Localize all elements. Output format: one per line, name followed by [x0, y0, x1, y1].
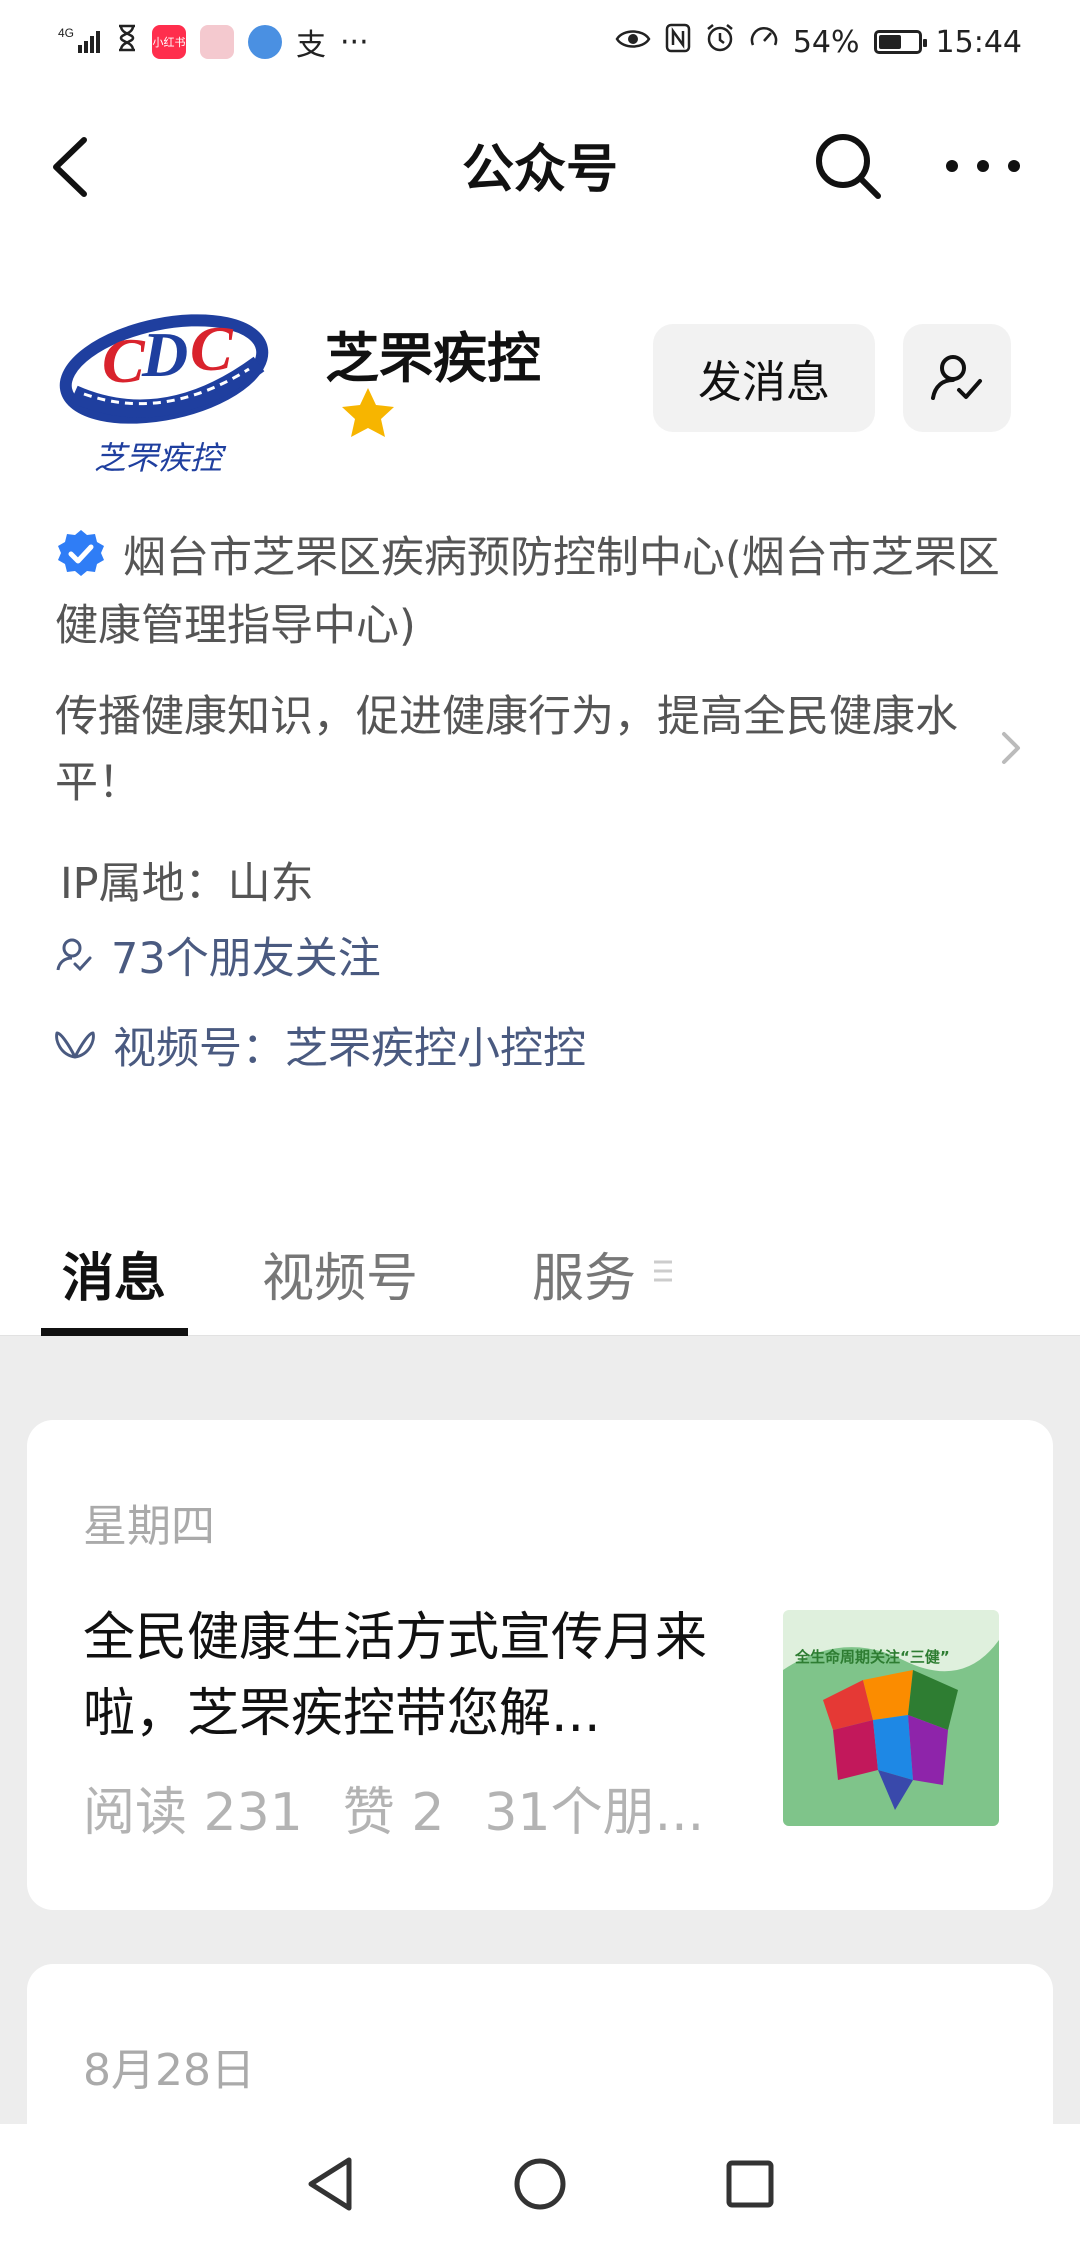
friends-following[interactable]: 73个朋友关注	[55, 924, 381, 986]
message-date: 8月28日	[83, 2045, 255, 2096]
user-check-icon	[56, 938, 92, 972]
friends-read-count: 31个朋...	[484, 1783, 705, 1843]
star-icon[interactable]	[338, 384, 398, 444]
menu-icon[interactable]	[652, 1258, 676, 1284]
page-title: 公众号	[461, 139, 618, 200]
square-recents-icon	[726, 2160, 774, 2208]
thumbnail-caption: 全生命周期关注“三健”	[794, 1648, 950, 1666]
message-date: 星期四	[83, 1501, 215, 1552]
page: 4G 小红书 支 ··· 54% 15:44 公众号 C D C 芝罘疾控 芝罘…	[0, 0, 1080, 2244]
cdc-logo-icon: C D C 芝罘疾控	[59, 313, 269, 477]
tab-channels[interactable]: 视频号	[262, 1236, 418, 1311]
account-description[interactable]: 传播健康知识，促进健康行为，提高全民健康水平！	[55, 684, 995, 816]
more-options-button[interactable]	[946, 142, 1020, 190]
chevron-left-icon	[53, 137, 87, 197]
chevron-right-icon[interactable]	[996, 724, 1026, 772]
channels-text: 视频号：芝罘疾控小控控	[113, 1024, 586, 1074]
svg-text:D: D	[141, 319, 188, 390]
system-navigation-bar	[0, 2124, 1080, 2244]
like-count: 赞 2	[342, 1783, 445, 1843]
status-bar: 4G 小红书 支 ··· 54% 15:44	[0, 0, 1080, 84]
article-thumbnail[interactable]: 全生命周期关注“三健”	[783, 1610, 999, 1826]
account-profile: C D C 芝罘疾控 芝罘疾控 发消息 烟台市芝罘区疾病预防控制中心(烟台市芝罘…	[0, 244, 1080, 1336]
more-notifications-icon: ···	[340, 24, 369, 60]
search-icon	[816, 134, 881, 199]
account-name: 芝罘疾控	[325, 327, 541, 390]
nfc-icon	[665, 23, 691, 61]
logo-caption: 芝罘疾控	[94, 439, 227, 477]
alarm-icon	[705, 23, 735, 61]
verified-organization: 烟台市芝罘区疾病预防控制中心(烟台市芝罘区健康管理指导中心)	[55, 524, 1015, 660]
read-count: 阅读 231	[83, 1783, 303, 1843]
hourglass-icon	[116, 24, 138, 60]
ip-location: IP属地：山东	[60, 859, 314, 909]
battery-percent: 54%	[792, 24, 860, 60]
back-button[interactable]	[44, 132, 104, 202]
article-stats: 阅读 231 赞 2 31个朋...	[83, 1770, 704, 1845]
svg-text:4G: 4G	[58, 26, 74, 40]
article-title[interactable]: 全民健康生活方式宣传月来啦，芝罘疾控带您解...	[83, 1600, 763, 1752]
dot-icon	[1008, 160, 1020, 172]
alipay-app-icon: 支	[296, 28, 326, 63]
signal-icon: 4G	[58, 25, 102, 59]
title-bar: 公众号	[0, 84, 1080, 244]
nav-home-button[interactable]	[510, 2154, 570, 2214]
friends-following-text: 73个朋友关注	[111, 934, 381, 984]
followed-status-button[interactable]	[903, 324, 1011, 432]
dot-icon	[977, 160, 989, 172]
tab-bar: 消息 视频号 服务	[0, 1200, 1080, 1336]
circle-home-icon	[514, 2158, 566, 2210]
nav-back-button[interactable]	[300, 2154, 360, 2214]
box-app-icon	[200, 25, 234, 59]
user-check-icon	[931, 355, 982, 400]
channels-link[interactable]: 视频号：芝罘疾控小控控	[55, 1014, 586, 1076]
channels-butterfly-icon	[55, 1031, 95, 1059]
message-card[interactable]: 星期四 全民健康生活方式宣传月来啦，芝罘疾控带您解... 阅读 231 赞 2 …	[27, 1420, 1053, 1910]
svg-text:C: C	[102, 325, 146, 396]
svg-text:C: C	[190, 313, 234, 384]
dot-icon	[946, 160, 958, 172]
speed-icon	[749, 23, 779, 61]
status-bar-right: 54% 15:44	[615, 23, 1022, 61]
send-message-button[interactable]: 发消息	[653, 324, 875, 432]
browser-app-icon	[248, 25, 282, 59]
verified-organization-text: 烟台市芝罘区疾病预防控制中心(烟台市芝罘区健康管理指导中心)	[55, 533, 1000, 651]
account-logo[interactable]: C D C 芝罘疾控	[54, 294, 274, 484]
active-tab-indicator	[41, 1328, 188, 1336]
nav-recents-button[interactable]	[720, 2154, 780, 2214]
tab-services[interactable]: 服务	[532, 1236, 636, 1311]
triangle-back-icon	[308, 2157, 352, 2211]
search-button[interactable]	[812, 130, 884, 202]
tab-messages[interactable]: 消息	[62, 1236, 166, 1311]
battery-icon	[873, 30, 927, 54]
verified-badge-icon	[55, 528, 107, 580]
status-bar-left: 4G 小红书 支 ···	[58, 20, 369, 64]
clock-time: 15:44	[935, 24, 1022, 60]
eye-icon	[615, 25, 651, 60]
xiaohongshu-app-icon: 小红书	[152, 25, 186, 59]
